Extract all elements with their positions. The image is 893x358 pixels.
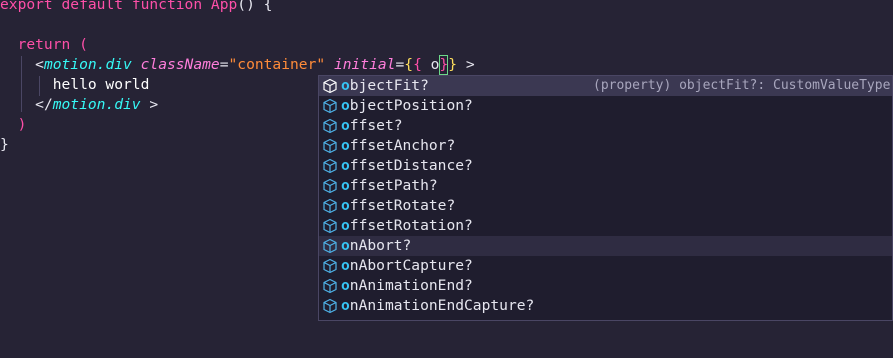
suggestion-label: offsetAnchor? [341,136,455,156]
suggestion-label: offsetPath? [341,176,438,196]
suggestion-item[interactable]: offsetRotation? [319,216,892,236]
cube-icon [322,178,338,194]
cube-icon [322,98,338,114]
cube-icon [322,158,338,174]
suggestion-label: offsetDistance? [341,156,473,176]
match-highlight: o [341,237,350,254]
suggestion-item[interactable]: offsetDistance? [319,156,892,176]
suggestion-label-rest: bjectPosition? [349,97,473,114]
attribute-initial: initial [333,56,396,73]
keyword-return: return [17,36,71,53]
match-highlight: o [341,257,350,274]
cube-icon [322,118,338,134]
match-highlight: o [341,117,350,134]
cube-icon [322,238,338,254]
typed-text[interactable]: o [422,56,440,73]
suggestion-item[interactable]: offsetPath? [319,176,892,196]
suggestion-label-rest: nAnimationEndCapture? [349,297,535,314]
match-highlight: o [341,277,350,294]
suggestion-label: onAbortCapture? [341,256,473,276]
suggestion-label-rest: ffsetRotate? [349,197,456,214]
suggestion-label: offsetRotate? [341,196,455,216]
match-highlight: o [341,77,350,94]
cube-icon [322,278,338,294]
jsx-tag-name: motion.div [43,56,132,73]
function-name: App [210,0,238,13]
match-highlight: o [341,137,350,154]
suggestion-item[interactable]: onAnimationEnd? [319,276,892,296]
suggestion-label-rest: nAbortCapture? [349,257,473,274]
suggestion-label-rest: nAnimationEnd? [349,277,473,294]
suggestion-label-rest: nAbort? [349,237,412,254]
suggestion-item[interactable]: offsetRotate? [319,196,892,216]
match-highlight: o [341,157,350,174]
code-line-8[interactable]: } [0,135,9,155]
suggestion-label: onAnimationEndCapture? [341,296,534,316]
code-line-5[interactable]: hello world [0,75,150,95]
code-line-4[interactable]: <motion.div className="container" initia… [0,55,475,75]
attribute-classname: className [140,56,220,73]
punctuation: () { [237,0,273,13]
keyword-export: export [0,0,53,13]
match-highlight: o [341,217,350,234]
code-line-1[interactable]: export default function App() { [0,0,272,15]
match-highlight: o [341,97,350,114]
brace: { [404,56,414,73]
suggestion-item[interactable]: onAbortCapture? [319,256,892,276]
suggestion-item[interactable]: offset? [319,116,892,136]
suggestion-label: onAbort? [341,236,411,256]
keyword-default: default [61,0,124,13]
suggestion-item[interactable]: objectFit? (property) objectFit?: CustomV… [319,76,892,96]
match-highlight: o [341,177,350,194]
open-paren: ( [79,36,88,53]
tag-open-bracket: < [35,56,44,73]
jsx-tag-name: motion.div [52,96,141,113]
suggestion-label-rest: ffsetDistance? [349,157,473,174]
code-line-3[interactable]: return ( [0,35,88,55]
cube-icon [322,218,338,234]
cube-icon [322,258,338,274]
brace: { [413,56,422,73]
suggestion-label-rest: ffsetPath? [349,177,438,194]
close-brace: } [0,136,9,153]
code-line-7[interactable]: ) [0,115,27,135]
suggestion-label-rest: ffsetAnchor? [349,137,456,154]
tag-close-bracket: > [140,96,159,113]
equals-sign: = [219,56,229,73]
keyword-function: function [131,0,203,13]
suggestion-label: objectPosition? [341,96,473,116]
brace: } [448,56,458,73]
suggestion-item[interactable]: onAnimationEndCapture? [319,296,892,316]
tag-close-open-bracket: </ [35,96,53,113]
match-highlight: o [341,297,350,314]
string-container: "container" [228,56,326,73]
jsx-text: hello world [52,76,150,93]
suggestion-label: offsetRotation? [341,216,473,236]
suggestion-label-rest: ffset? [349,117,403,134]
suggestion-label: offset? [341,116,403,136]
match-highlight: o [341,197,350,214]
code-line-6[interactable]: </motion.div > [0,95,158,115]
suggestion-label-rest: ffsetRotation? [349,217,473,234]
suggestion-label: onAnimationEnd? [341,276,473,296]
close-paren: ) [17,116,27,133]
suggestion-item[interactable]: offsetAnchor? [319,136,892,156]
suggestion-item[interactable]: objectPosition? [319,96,892,116]
suggestion-detail: (property) objectFit?: CustomValueType [593,78,891,93]
suggestion-item[interactable]: onAbort? [319,236,892,256]
equals-sign: = [395,56,405,73]
cube-icon [322,198,338,214]
cube-icon [322,138,338,154]
cube-icon [322,298,338,314]
tag-close-bracket: > [457,56,475,73]
cube-icon [322,78,338,94]
suggestion-label: objectFit? [341,76,429,96]
matching-brace: } [439,55,449,75]
autocomplete-suggestion-list[interactable]: objectFit? (property) objectFit?: CustomV… [318,75,893,321]
suggestion-label-rest: bjectFit? [349,77,429,94]
